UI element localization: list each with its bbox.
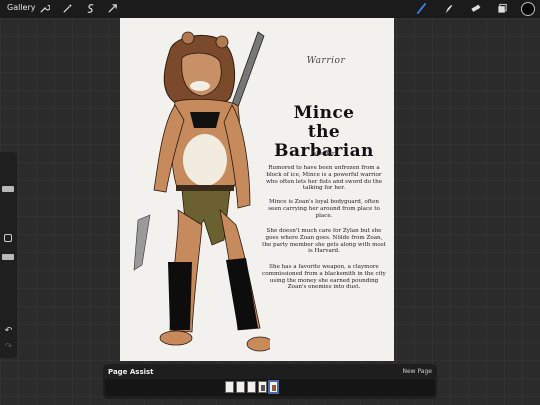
character-illustration bbox=[133, 31, 270, 352]
pronouns-label: (she/her) bbox=[311, 151, 337, 157]
gallery-button[interactable]: Gallery bbox=[7, 3, 36, 12]
eraser-icon[interactable] bbox=[469, 2, 482, 15]
brush-icon[interactable] bbox=[415, 2, 428, 15]
smudge-icon[interactable] bbox=[442, 2, 455, 15]
layers-icon[interactable] bbox=[496, 2, 509, 15]
page-assist-panel: Page Assist New Page bbox=[103, 364, 437, 399]
new-page-button[interactable]: New Page bbox=[402, 368, 432, 375]
page-thumbnail[interactable] bbox=[258, 381, 267, 393]
bio-paragraph-4: She has a favorite weapon, a claymore co… bbox=[262, 264, 386, 291]
bio-paragraph-1: Rumored to have been unfrozen from a blo… bbox=[265, 165, 383, 192]
left-sidebar: ↶ ↷ bbox=[0, 152, 17, 358]
top-toolbar: Gallery bbox=[0, 0, 540, 18]
character-class-label: Warrior bbox=[306, 56, 346, 66]
selection-icon[interactable] bbox=[84, 2, 97, 15]
bio-paragraph-3: She doesn't much care for Zylan but she … bbox=[262, 228, 386, 255]
page-thumbnail-active[interactable] bbox=[268, 380, 279, 394]
undo-icon[interactable]: ↶ bbox=[2, 326, 15, 336]
page-thumbnail[interactable] bbox=[236, 381, 245, 393]
brush-size-slider[interactable] bbox=[2, 186, 14, 192]
title-line-1: Mince bbox=[293, 103, 355, 123]
page-thumbnail[interactable] bbox=[225, 381, 234, 393]
opacity-slider[interactable] bbox=[2, 254, 14, 260]
redo-icon[interactable]: ↷ bbox=[2, 342, 15, 352]
page-thumbnail[interactable] bbox=[247, 381, 256, 393]
magic-wand-icon[interactable] bbox=[61, 2, 74, 15]
modify-button[interactable] bbox=[4, 234, 12, 242]
page-assist-title: Page Assist bbox=[108, 368, 154, 376]
bio-paragraph-2: Mince is Zoan's loyal bodyguard, often s… bbox=[268, 199, 380, 219]
transform-icon[interactable] bbox=[106, 2, 119, 15]
page-thumbnail-strip bbox=[105, 379, 435, 396]
wrench-icon[interactable] bbox=[38, 2, 51, 15]
color-picker-button[interactable] bbox=[521, 2, 535, 16]
